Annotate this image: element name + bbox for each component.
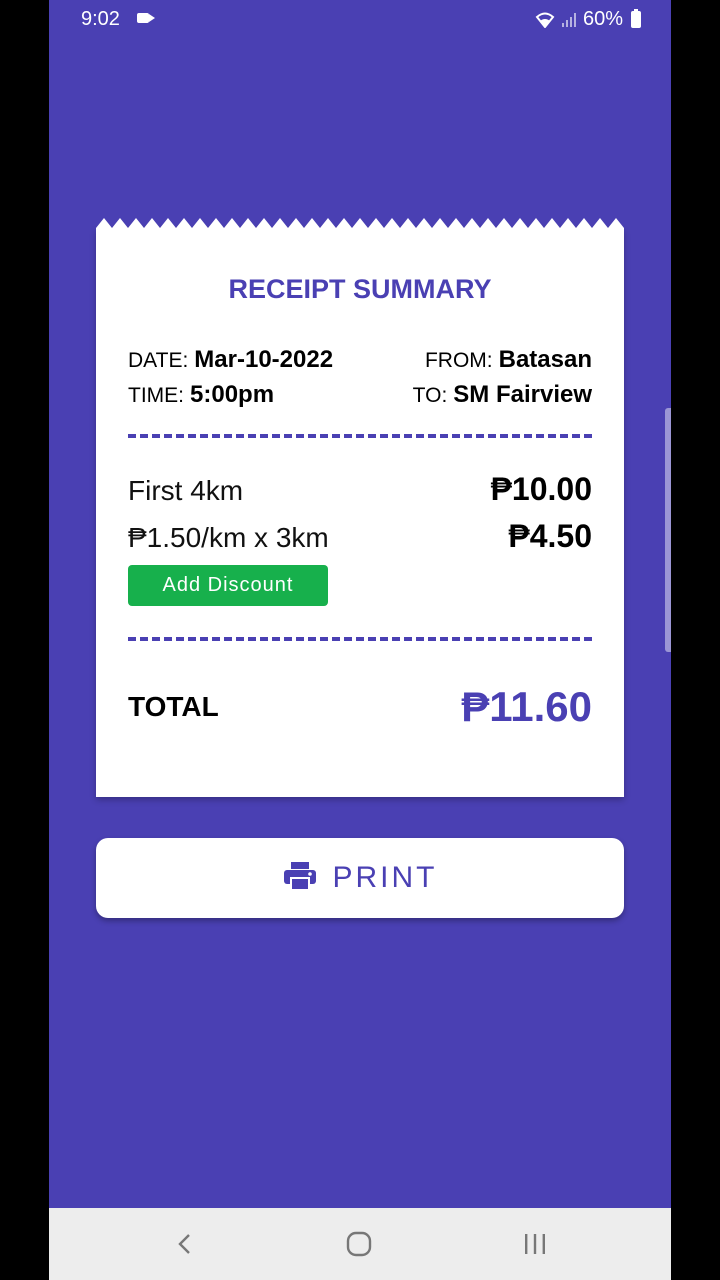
receipt-meta-row-time-to: TIME: 5:00pm TO: SM Fairview <box>128 381 592 409</box>
dashed-divider <box>128 637 592 641</box>
status-time: 9:02 <box>81 8 120 30</box>
date-label: DATE: <box>128 349 189 372</box>
fare-line-item: ₱1.50/km x 3km ₱4.50 <box>128 518 592 555</box>
print-button-label: PRINT <box>332 861 438 894</box>
signal-icon <box>561 12 577 28</box>
battery-icon <box>631 9 641 28</box>
wifi-icon <box>535 12 555 28</box>
status-indicators: 60% <box>535 8 641 31</box>
fare-line-item: First 4km ₱10.00 <box>128 471 592 508</box>
receipt-title: RECEIPT SUMMARY <box>228 274 492 304</box>
receipt-zigzag-edge <box>96 218 624 230</box>
fare-description: ₱1.50/km x 3km <box>128 522 329 553</box>
status-bar: 9:02 60% <box>49 0 671 40</box>
receipt-meta-row-date-from: DATE: Mar-10-2022 FROM: Batasan <box>128 346 592 374</box>
date-value: Mar-10-2022 <box>194 346 334 373</box>
system-navigation-bar <box>49 1208 671 1280</box>
back-icon[interactable] <box>171 1230 199 1258</box>
scrollbar[interactable] <box>665 408 671 652</box>
date-field: DATE: Mar-10-2022 <box>128 346 333 374</box>
to-label: TO: <box>412 384 448 407</box>
to-field: TO: SM Fairview <box>413 381 592 409</box>
fare-description: First 4km <box>128 475 244 506</box>
home-icon[interactable] <box>345 1230 373 1258</box>
app-screen: 9:02 60% RECEIPT SUMMARY DATE: Mar-10-20… <box>49 0 671 1280</box>
printer-icon <box>283 861 317 896</box>
from-label: FROM: <box>424 349 493 372</box>
add-discount-button[interactable]: Add Discount <box>128 565 328 606</box>
time-label: TIME: <box>128 384 184 407</box>
receipt-card: RECEIPT SUMMARY DATE: Mar-10-2022 FROM: Ba… <box>96 218 624 797</box>
to-value: SM Fairview <box>453 381 592 408</box>
recent-apps-icon[interactable] <box>521 1230 549 1258</box>
dashed-divider <box>128 434 592 438</box>
fare-amount: ₱10.00 <box>490 471 592 507</box>
time-value: 5:00pm <box>190 381 275 408</box>
print-button[interactable]: PRINT <box>96 838 624 918</box>
video-camera-icon <box>137 13 155 23</box>
total-row: TOTAL ₱11.60 <box>128 683 592 731</box>
total-amount: ₱11.60 <box>461 683 592 730</box>
battery-percent: 60% <box>582 8 623 30</box>
time-field: TIME: 5:00pm <box>128 381 274 409</box>
from-value: Batasan <box>498 346 592 373</box>
total-label: TOTAL <box>128 691 219 722</box>
fare-amount: ₱4.50 <box>508 518 592 554</box>
from-field: FROM: Batasan <box>425 346 592 374</box>
